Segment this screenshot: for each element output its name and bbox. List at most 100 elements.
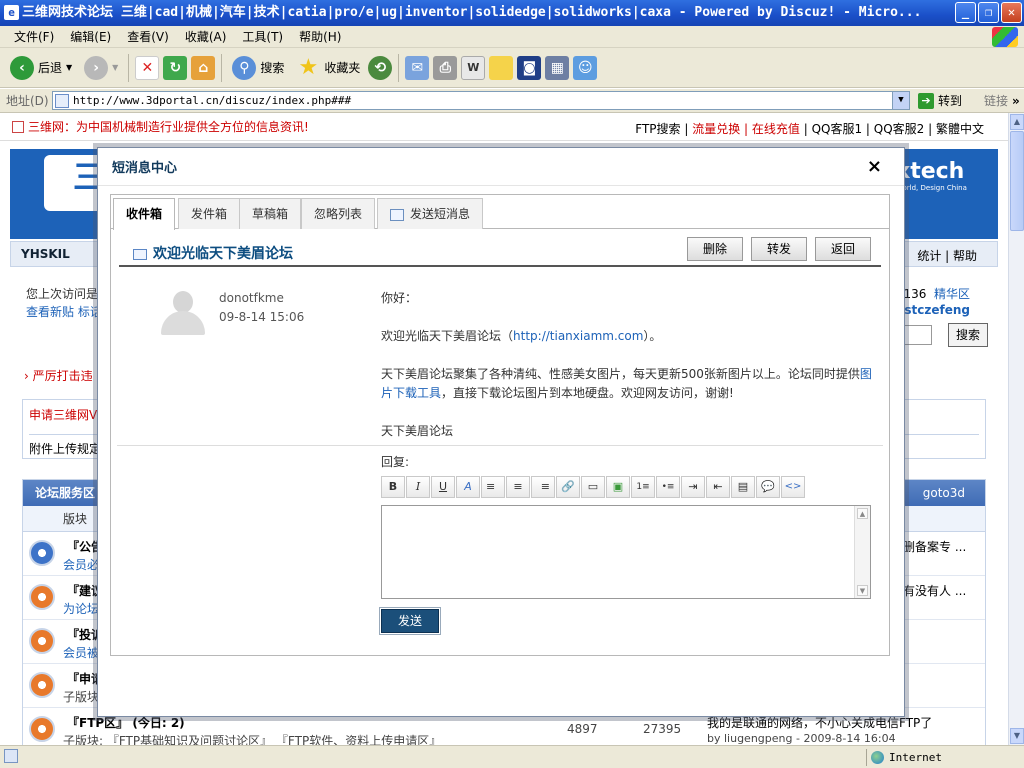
dialog-close-button[interactable]: × bbox=[867, 156, 882, 177]
page-scrollbar[interactable]: ▲ ▼ bbox=[1008, 113, 1024, 745]
forum-desc: 子版块: 『FTP基础知识及问题讨论区』 『FTP软件、资料上传申请区』 bbox=[63, 734, 442, 745]
flow-exchange-link[interactable]: 流量兑换 bbox=[692, 122, 740, 136]
back-button[interactable]: ‹ 后退 ▼ bbox=[6, 52, 76, 84]
banner-ad[interactable]: xtech World, Design China bbox=[896, 159, 976, 209]
stop-icon[interactable]: ✕ bbox=[135, 55, 160, 80]
home-icon[interactable]: ⌂ bbox=[191, 55, 216, 80]
address-dropdown-icon[interactable]: ▼ bbox=[892, 92, 909, 109]
forward-dropdown-icon[interactable]: ▼ bbox=[112, 63, 118, 72]
nav-right-links[interactable]: 统计 | 帮助 bbox=[917, 247, 977, 264]
user-menu[interactable]: YHSKIL bbox=[21, 247, 70, 261]
unordered-list-button[interactable]: •≡ bbox=[656, 476, 680, 498]
tab-send-message[interactable]: 发送短消息 bbox=[377, 198, 484, 229]
back-label: 后退 bbox=[38, 61, 63, 75]
align-right-button[interactable]: ≡ bbox=[531, 476, 555, 498]
forum-icon bbox=[29, 628, 55, 654]
favorites-button[interactable]: ★ 收藏夹 bbox=[292, 52, 364, 84]
menu-edit[interactable]: 编辑(E) bbox=[62, 27, 119, 47]
forum-last-post-meta[interactable]: by liugengpeng - 2009-8-14 16:04 bbox=[707, 732, 896, 745]
address-input[interactable]: http://www.3dportal.cn/discuz/index.php#… bbox=[52, 91, 910, 110]
search-label: 搜索 bbox=[260, 61, 285, 75]
insert-link-button[interactable]: 🔗 bbox=[556, 476, 580, 498]
align-left-button[interactable]: ≡ bbox=[481, 476, 505, 498]
scroll-up-icon[interactable]: ▲ bbox=[857, 508, 868, 519]
forward-button[interactable]: › ▼ bbox=[80, 52, 122, 84]
insert-image-button[interactable]: ▣ bbox=[606, 476, 630, 498]
announcement-link[interactable]: › 严厉打击违 bbox=[24, 367, 93, 384]
insert-email-button[interactable]: ▭ bbox=[581, 476, 605, 498]
bold-button[interactable]: B bbox=[381, 476, 405, 498]
insert-quote-button[interactable]: 💬 bbox=[756, 476, 780, 498]
message-header: 欢迎光临天下美眉论坛 删除 转发 返回 bbox=[119, 237, 881, 267]
message-signature: 天下美眉论坛 bbox=[381, 424, 454, 438]
forum-topics-count: 4897 bbox=[567, 722, 598, 736]
message-line-2-pre: 天下美眉论坛聚集了各种清纯、性感美女图片，每天更新500张新图片以上。论坛同时提… bbox=[381, 367, 860, 381]
ftp-search-link[interactable]: FTP搜索 | bbox=[635, 122, 688, 136]
history-icon[interactable]: ⟲ bbox=[368, 55, 393, 80]
notice-apply-link[interactable]: 申请三维网V bbox=[29, 406, 97, 423]
insert-table-button[interactable]: ▤ bbox=[731, 476, 755, 498]
italic-button[interactable]: I bbox=[406, 476, 430, 498]
close-window-button[interactable]: ✕ bbox=[1001, 2, 1022, 23]
edit-word-icon[interactable]: W bbox=[461, 55, 486, 80]
new-posts-link[interactable]: 查看新贴 标话 bbox=[26, 303, 102, 320]
research-icon[interactable]: ◙ bbox=[517, 55, 542, 80]
menu-bar: 文件(F) 编辑(E) 查看(V) 收藏(A) 工具(T) 帮助(H) bbox=[0, 26, 1024, 48]
reply-divider bbox=[117, 445, 883, 446]
forum-last-post[interactable]: 删备案专 ... bbox=[903, 538, 966, 555]
tab-inbox[interactable]: 收件箱 bbox=[113, 198, 176, 230]
forum-section-title: 论坛服务区 bbox=[35, 486, 96, 500]
tab-drafts[interactable]: 草稿箱 bbox=[239, 198, 302, 229]
film-icon[interactable]: ▦ bbox=[545, 55, 570, 80]
outdent-button[interactable]: ⇤ bbox=[706, 476, 730, 498]
mail-icon[interactable]: ✉ bbox=[405, 55, 430, 80]
delete-button[interactable]: 删除 bbox=[687, 237, 743, 261]
search-button[interactable]: ⚲ 搜索 bbox=[228, 52, 288, 84]
scrollbar-thumb[interactable] bbox=[1010, 131, 1024, 231]
minimize-button[interactable]: _ bbox=[955, 2, 976, 23]
favorites-label: 收藏夹 bbox=[324, 61, 361, 75]
restore-button[interactable]: ❐ bbox=[978, 2, 999, 23]
forum-section-moderator[interactable]: goto3d bbox=[923, 480, 965, 506]
forum-search-button[interactable]: 搜索 bbox=[948, 323, 988, 347]
go-button[interactable]: ➔ 转到 bbox=[918, 92, 962, 109]
home-small-icon[interactable] bbox=[12, 120, 24, 133]
links-button[interactable]: 链接 bbox=[984, 92, 1008, 109]
underline-button[interactable]: U bbox=[431, 476, 455, 498]
forum-last-post[interactable]: 有没有人 ... bbox=[903, 582, 966, 599]
menu-tools[interactable]: 工具(T) bbox=[234, 27, 291, 47]
forward-message-button[interactable]: 转发 bbox=[751, 237, 807, 261]
ordered-list-button[interactable]: 1≡ bbox=[631, 476, 655, 498]
menu-file[interactable]: 文件(F) bbox=[6, 27, 62, 47]
note-icon[interactable] bbox=[489, 55, 514, 80]
insert-code-button[interactable]: <> bbox=[781, 476, 805, 498]
textarea-scrollbar[interactable]: ▲ ▼ bbox=[854, 506, 870, 598]
message-title: 欢迎光临天下美眉论坛 bbox=[153, 246, 293, 262]
return-button[interactable]: 返回 bbox=[815, 237, 871, 261]
qq-service-links[interactable]: | QQ客服1 | QQ客服2 | 繁體中文 bbox=[804, 122, 984, 136]
indent-button[interactable]: ⇥ bbox=[681, 476, 705, 498]
tab-ignore-list[interactable]: 忽略列表 bbox=[301, 198, 376, 229]
print-icon[interactable]: ⎙ bbox=[433, 55, 458, 80]
scroll-down-icon[interactable]: ▼ bbox=[857, 585, 868, 596]
align-center-button[interactable]: ≡ bbox=[506, 476, 530, 498]
menu-help[interactable]: 帮助(H) bbox=[291, 27, 349, 47]
site-link[interactable]: http://tianxiamm.com bbox=[513, 329, 643, 343]
scroll-up-arrow-icon[interactable]: ▲ bbox=[1010, 114, 1024, 130]
sender-name[interactable]: donotfkme bbox=[219, 291, 284, 305]
messenger-icon[interactable]: ☺ bbox=[573, 55, 598, 80]
digest-link[interactable]: 精华区 bbox=[934, 287, 970, 301]
chevron-right-icon[interactable]: » bbox=[1012, 94, 1020, 108]
menu-view[interactable]: 查看(V) bbox=[119, 27, 177, 47]
reply-textarea[interactable]: ▲ ▼ bbox=[381, 505, 871, 599]
tab-outbox[interactable]: 发件箱 bbox=[178, 198, 241, 229]
scroll-down-arrow-icon[interactable]: ▼ bbox=[1010, 728, 1024, 744]
online-recharge-link[interactable]: | 在线充值 bbox=[744, 122, 800, 136]
banner-ad-subtitle: World, Design China bbox=[896, 184, 967, 192]
menu-favorites[interactable]: 收藏(A) bbox=[177, 27, 235, 47]
refresh-icon[interactable]: ↻ bbox=[163, 55, 188, 80]
send-button[interactable]: 发送 bbox=[379, 607, 441, 635]
back-dropdown-icon[interactable]: ▼ bbox=[66, 63, 72, 72]
address-url[interactable]: http://www.3dportal.cn/discuz/index.php#… bbox=[73, 94, 351, 107]
font-color-button[interactable]: A bbox=[456, 476, 480, 498]
